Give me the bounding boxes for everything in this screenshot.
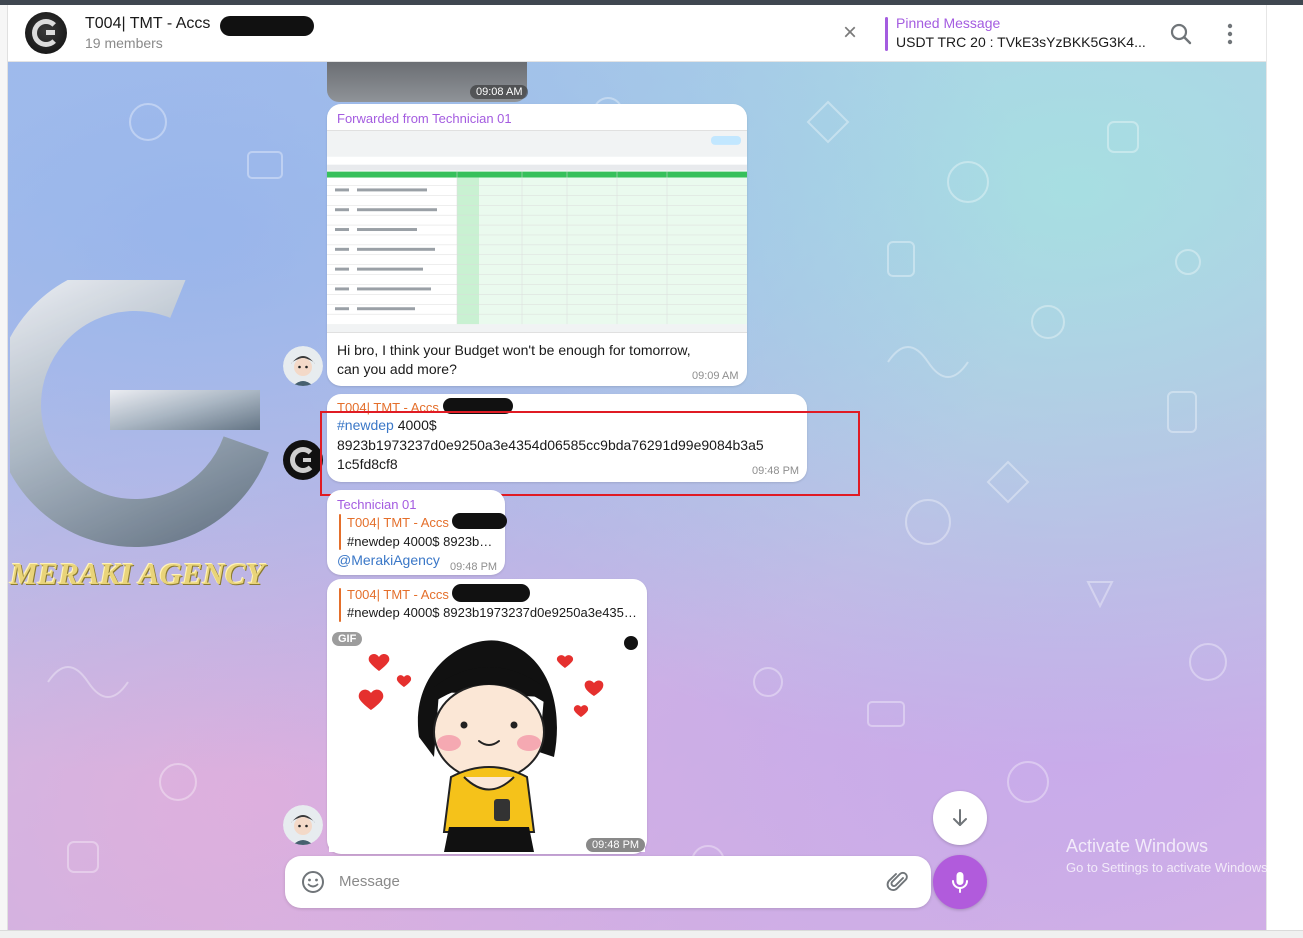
chat-header: T004| TMT - Accs 19 members × Pinned Mes… [8,5,1266,62]
reply-text[interactable]: #newdep 4000$ 8923b… [347,532,492,551]
scroll-to-bottom-button[interactable] [933,791,987,845]
redaction-mark [220,16,314,36]
highlight-box [320,411,860,496]
message-time: 09:08 AM [470,85,529,99]
group-logo-icon [32,19,60,47]
member-count: 19 members [85,35,163,51]
right-panel-edge [1266,5,1303,930]
search-icon[interactable] [1168,21,1194,47]
close-pinned-icon[interactable]: × [838,21,862,45]
reply-sender[interactable]: T004| TMT - Accs [347,587,449,602]
watermark-text: MERAKI AGENCY [10,556,265,591]
microphone-icon [952,872,968,893]
pinned-message-label[interactable]: Pinned Message [896,15,1000,31]
message-text: Hi bro, I think your Budget won't be eno… [337,342,691,358]
technician-avatar[interactable] [283,805,323,845]
reply-accent-bar [339,588,341,622]
spreadsheet-screenshot-image[interactable] [327,130,747,333]
gif-source-icon [622,634,640,652]
arrow-down-icon [953,809,967,826]
reply-sender[interactable]: T004| TMT - Accs [347,515,449,530]
emoji-icon[interactable] [300,869,326,895]
meraki-agency-watermark-logo [10,280,277,547]
redaction-mark [452,513,507,529]
message-sender[interactable]: Technician 01 [337,497,417,512]
chat-title[interactable]: T004| TMT - Accs [85,15,210,33]
group-avatar[interactable] [25,12,67,54]
taskbar-edge [0,930,1303,938]
more-options-icon[interactable] [1222,21,1238,47]
message-time: 09:48 PM [586,838,646,852]
reply-text[interactable]: #newdep 4000$ 8923b1973237d0e9250a3e435… [347,603,637,622]
group-avatar-small[interactable] [283,440,323,480]
gif-animation[interactable] [329,627,645,852]
message-text-line2: can you add more? [337,361,457,377]
os-activation-watermark-sub: Go to Settings to activate Windows. [1066,860,1272,875]
left-panel-edge [0,5,8,930]
group-logo-icon [290,447,316,473]
message-time: 09:48 PM [450,561,498,573]
redaction-mark [452,584,530,602]
message-composer [285,856,931,908]
forwarded-from-label[interactable]: Forwarded from Technician 01 [337,111,512,126]
telegram-window: T004| TMT - Accs 19 members × Pinned Mes… [0,0,1303,938]
message-input[interactable] [339,868,859,894]
reply-accent-bar [339,514,341,550]
paperclip-icon[interactable] [885,869,911,895]
os-activation-watermark: Activate Windows [1066,836,1209,856]
pinned-message-text[interactable]: USDT TRC 20 : TVkE3sYzBKK5G3K4... [896,34,1146,50]
mention-link[interactable]: @MerakiAgency [337,552,440,568]
message-time: 09:09 AM [692,370,739,382]
voice-message-button[interactable] [933,855,987,909]
gif-badge: GIF [332,632,363,646]
technician-avatar[interactable] [283,346,323,386]
pinned-accent-bar [885,17,888,51]
